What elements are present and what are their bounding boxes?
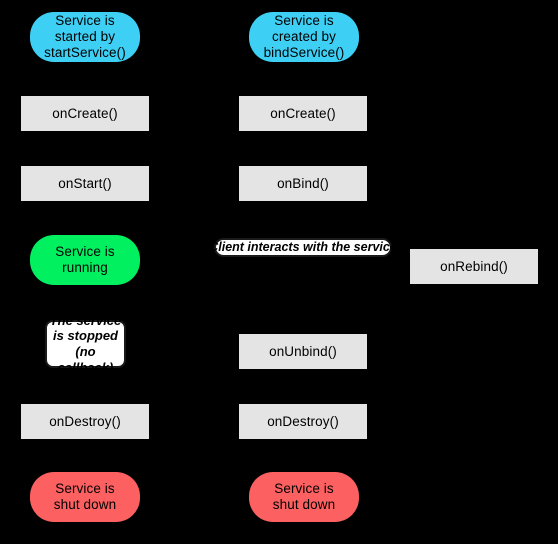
onbind: onBind() (239, 166, 367, 201)
service-stopped-note: The service is stopped (no callback) (45, 313, 126, 375)
onstart: onStart() (21, 166, 149, 201)
start-bound: Service is created by bindService() (249, 12, 359, 62)
service-lifecycle-diagram: Service is started by startService() Serv… (0, 0, 558, 544)
shutdown-started: Service is shut down (30, 472, 140, 522)
oncreate-started: onCreate() (21, 96, 149, 131)
onunbind: onUnbind() (239, 334, 367, 369)
onrebind: onRebind() (410, 249, 538, 284)
shutdown-bound: Service is shut down (249, 472, 359, 522)
oncreate-bound: onCreate() (239, 96, 367, 131)
ondestroy-bound: onDestroy() (239, 404, 367, 439)
running: Service is running (30, 235, 140, 285)
client-interacts: Client interacts with the service (209, 238, 397, 257)
start-started: Service is started by startService() (30, 12, 140, 62)
ondestroy-started: onDestroy() (21, 404, 149, 439)
